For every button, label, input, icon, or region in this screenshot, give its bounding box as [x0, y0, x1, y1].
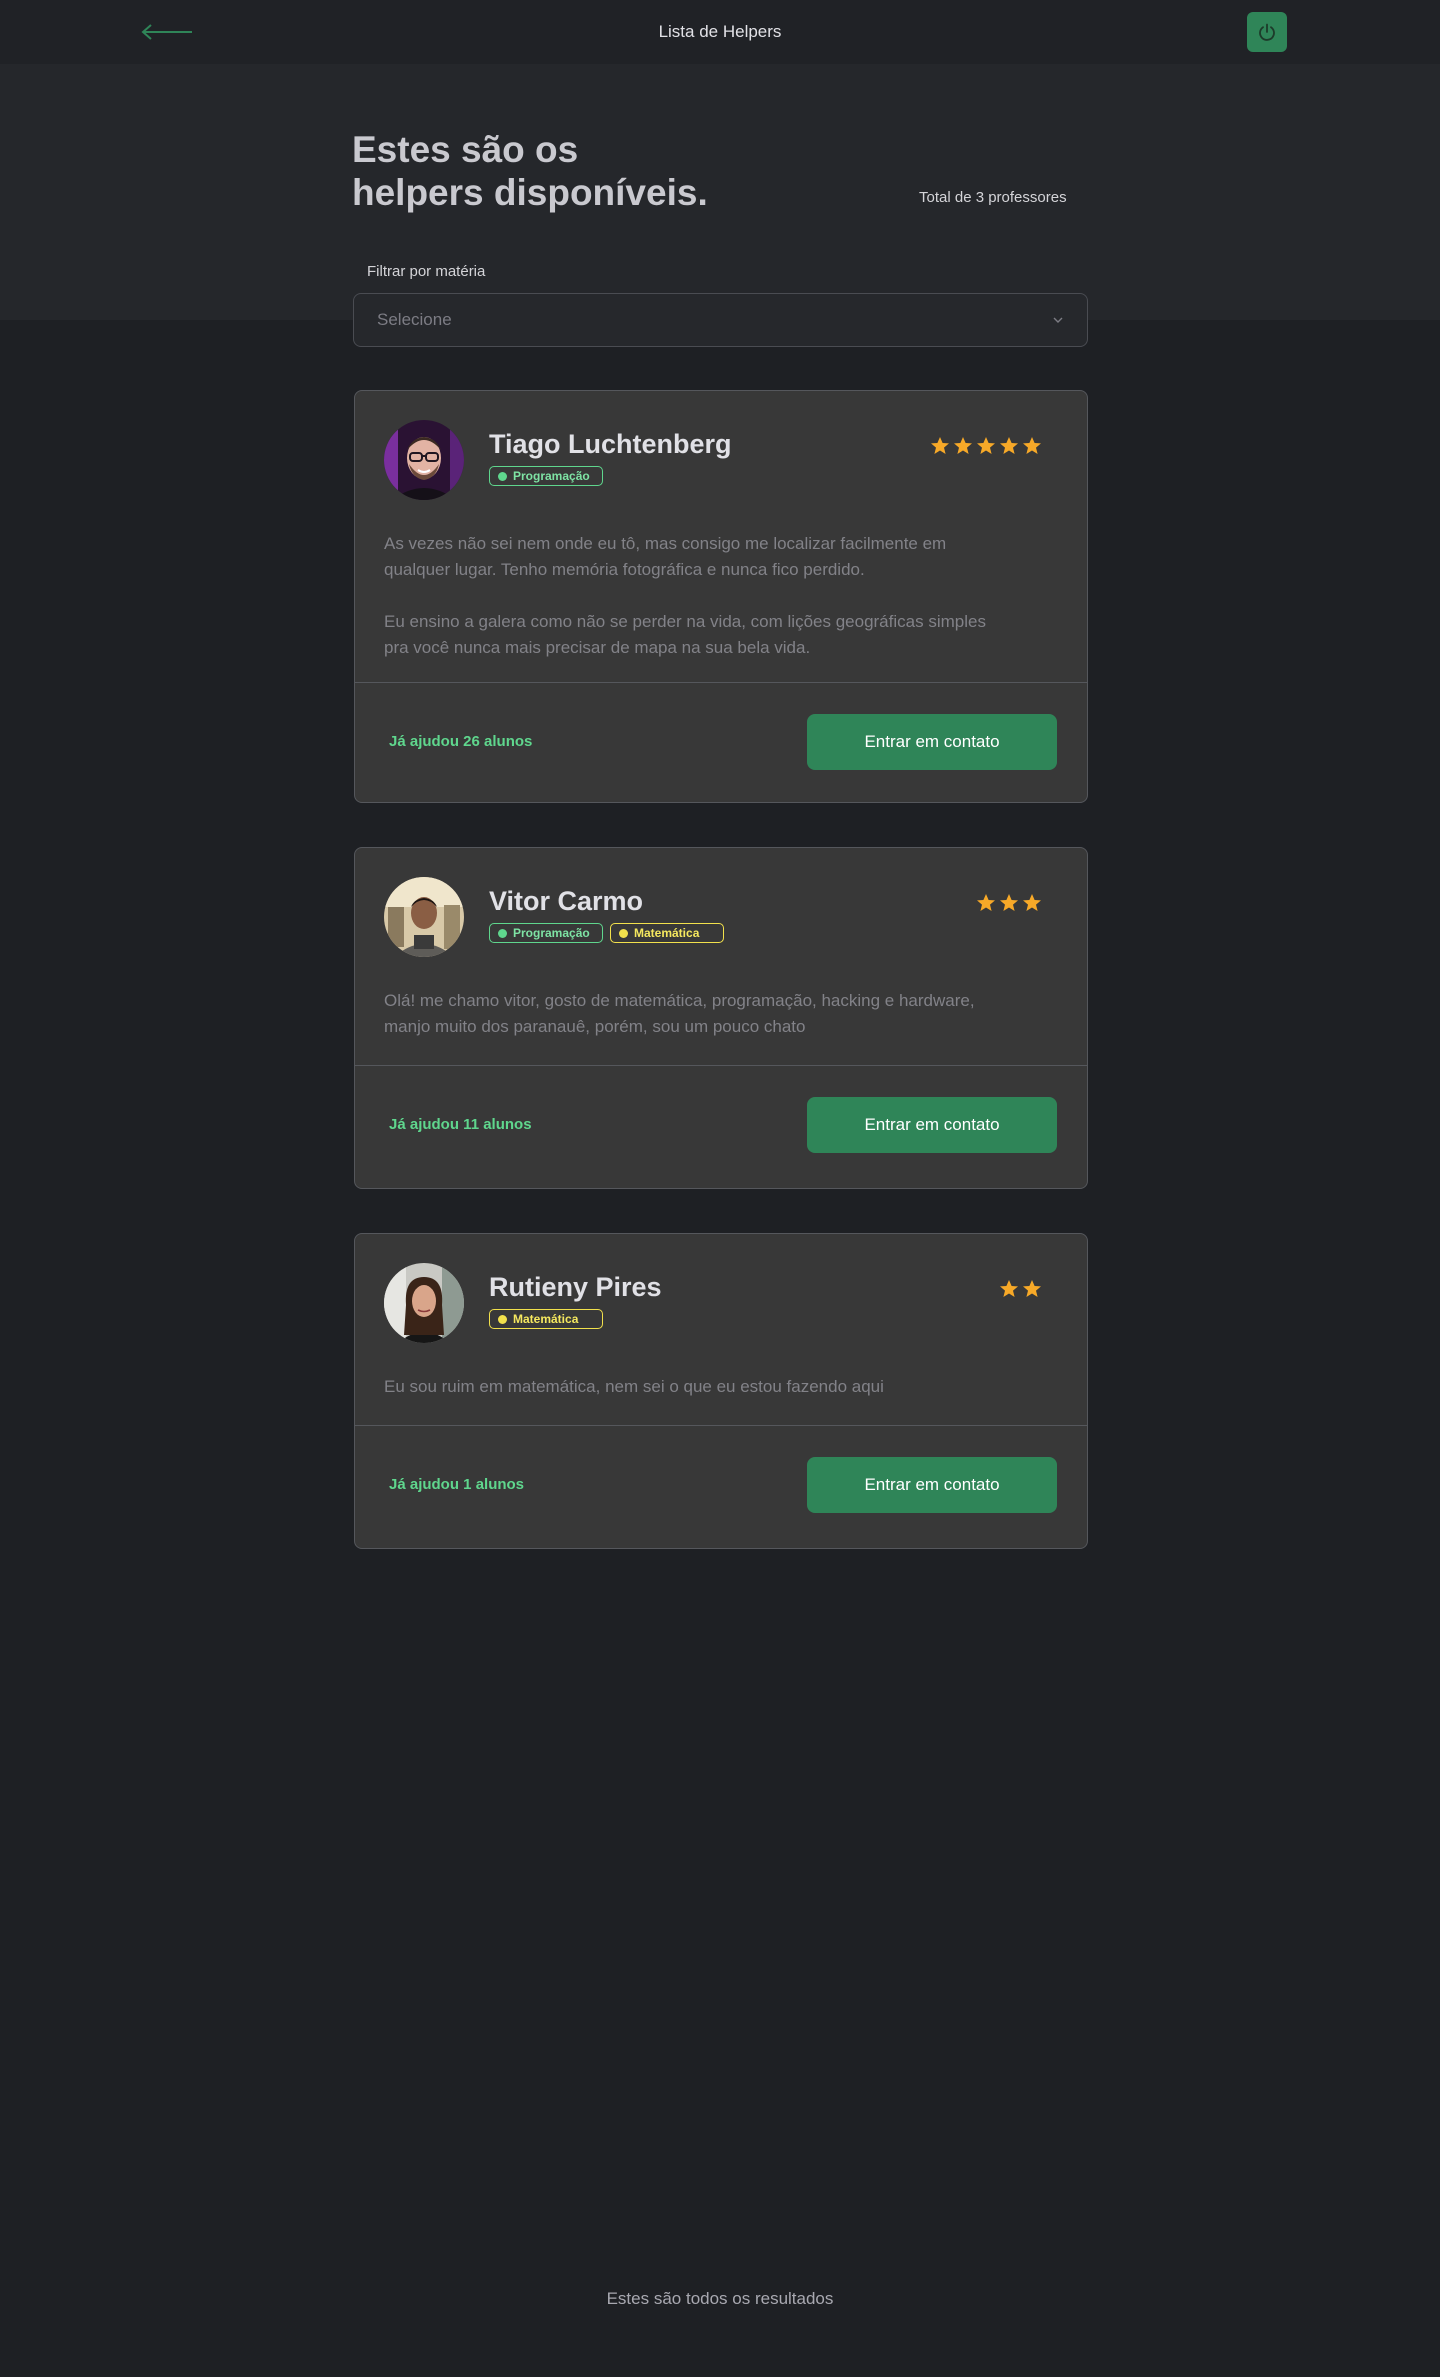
helper-card-header: Rutieny Pires Matemática [384, 1263, 1060, 1343]
subject-tags: Programação [489, 466, 603, 486]
back-button[interactable] [140, 20, 194, 44]
tag-label: Matemática [513, 1312, 579, 1326]
description-paragraph: As vezes não sei nem onde eu tô, mas con… [384, 534, 947, 579]
helper-name: Vitor Carmo [489, 886, 644, 916]
star-icon [1023, 1280, 1041, 1297]
subject-tag: Matemática [610, 923, 724, 943]
rating-stars [976, 893, 1042, 913]
tag-dot [498, 928, 507, 938]
students-helped: Já ajudou 11 alunos [389, 1116, 532, 1133]
subject-tags: Matemática [489, 1309, 603, 1329]
star-icon [1023, 894, 1041, 911]
star-icon [1000, 894, 1018, 911]
helper-card-header: Tiago Luchtenberg Programação [384, 420, 1060, 500]
tag-dot [498, 471, 507, 481]
subject-tag: Programação [489, 923, 603, 943]
tag-dot [619, 928, 628, 938]
tag-dot [498, 1314, 507, 1324]
description-paragraph: Eu sou ruim em matemática, nem sei o que… [384, 1377, 884, 1396]
star-icon [977, 894, 995, 911]
filter-label: Filtrar por matéria [367, 263, 486, 280]
hero-title-line1: Estes são os [352, 129, 579, 170]
avatar [384, 1263, 464, 1343]
star-icon [1000, 437, 1018, 454]
page-title: Lista de Helpers [658, 22, 782, 41]
subject-filter-select[interactable]: Selecione [353, 293, 1088, 347]
chevron-down-icon [1053, 317, 1063, 323]
helper-card-header: Vitor Carmo Programação Matemática [384, 877, 1060, 957]
helper-description: Olá! me chamo vitor, gosto de matemática… [384, 988, 1004, 1040]
helper-name: Tiago Luchtenberg [489, 429, 732, 459]
contact-button[interactable]: Entrar em contato [807, 1457, 1057, 1513]
logout-button[interactable] [1247, 12, 1287, 52]
helper-card-footer: Já ajudou 26 alunos Entrar em contato [355, 682, 1087, 803]
star-icon [954, 437, 972, 454]
description-paragraph: Olá! me chamo vitor, gosto de matemática… [384, 991, 975, 1036]
contact-button[interactable]: Entrar em contato [807, 1097, 1057, 1153]
contact-button[interactable]: Entrar em contato [807, 714, 1057, 770]
star-icon [1000, 1280, 1018, 1297]
filter-placeholder: Selecione [377, 310, 452, 329]
subject-tag: Matemática [489, 1309, 603, 1329]
power-icon [1259, 23, 1275, 41]
total-count: Total de 3 professores [919, 189, 1067, 206]
hero-title: Estes são os helpers disponíveis. [352, 128, 772, 214]
star-icon [1023, 437, 1041, 454]
rating-stars [930, 436, 1042, 456]
students-helped: Já ajudou 1 alunos [389, 1476, 525, 1493]
helper-card: Tiago Luchtenberg Programação As vezes n… [354, 390, 1088, 803]
star-icon [977, 437, 995, 454]
helper-card-footer: Já ajudou 11 alunos Entrar em contato [355, 1065, 1087, 1189]
hero-title-line2: helpers disponíveis. [352, 172, 708, 213]
subject-tag: Programação [489, 466, 603, 486]
arrow-left-icon [141, 24, 192, 40]
tag-label: Matemática [634, 926, 700, 940]
helper-card-footer: Já ajudou 1 alunos Entrar em contato [355, 1425, 1087, 1549]
avatar [384, 877, 464, 957]
description-paragraph: Eu ensino a galera como não se perder na… [384, 612, 986, 657]
helper-description: As vezes não sei nem onde eu tô, mas con… [384, 531, 1004, 661]
subject-tags: Programação Matemática [489, 923, 724, 943]
tag-label: Programação [513, 926, 590, 940]
helper-description: Eu sou ruim em matemática, nem sei o que… [384, 1374, 1004, 1400]
rating-stars [999, 1279, 1042, 1299]
star-icon [931, 437, 949, 454]
helper-card: Rutieny Pires Matemática Eu sou ruim em … [354, 1233, 1088, 1549]
students-helped: Já ajudou 26 alunos [389, 733, 533, 750]
top-bar: Lista de Helpers [0, 0, 1440, 64]
tag-label: Programação [513, 469, 590, 483]
avatar [384, 420, 464, 500]
helper-name: Rutieny Pires [489, 1272, 662, 1302]
results-end-note: Estes são todos os resultados [606, 2289, 834, 2308]
helper-card: Vitor Carmo Programação Matemática Olá! … [354, 847, 1088, 1189]
